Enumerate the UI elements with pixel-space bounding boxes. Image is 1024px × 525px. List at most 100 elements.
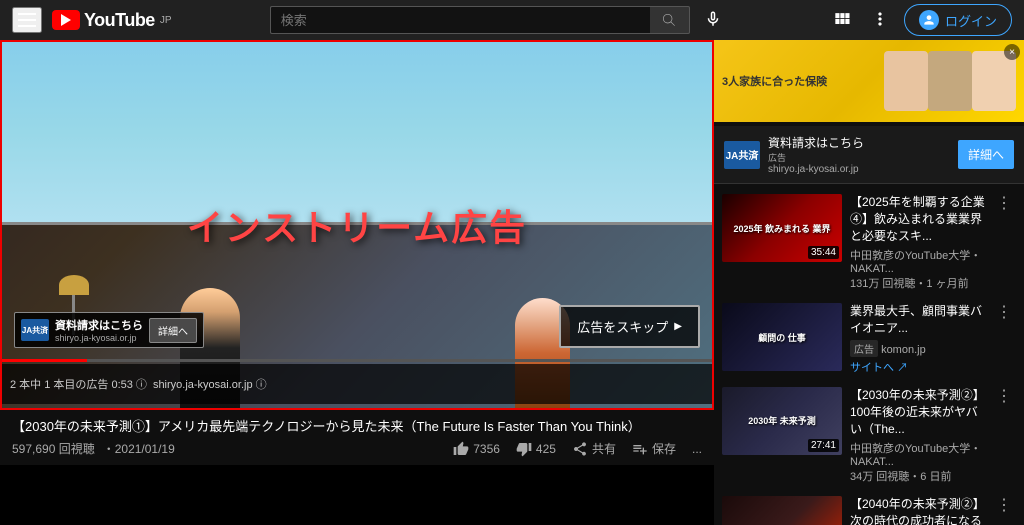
sidebar-item-1[interactable]: 顧問の 仕事 業界最大手、顧問事業バイオニア... 広告 komon.jp サイ…	[714, 297, 1024, 381]
sidebar-item-3[interactable]: 2040年 次の時代 成功 39:18 【2040年の未来予測②】次の時代の成功…	[714, 490, 1024, 525]
sidebar-item-title-1: 業界最大手、顧問事業バイオニア...	[850, 303, 988, 337]
ad-detail-button[interactable]: 詳細へ	[149, 318, 197, 343]
top-ad-text: 3人家族に合った保険	[722, 73, 876, 89]
search-box	[270, 6, 730, 35]
more-options-button[interactable]	[866, 5, 894, 36]
youtube-logo-icon	[52, 10, 80, 30]
ad-badge-info: 資料請求はこちら shiryo.ja-kyosai.or.jp	[55, 317, 143, 343]
sidebar-item-meta-0: 131万 回視聴・1 ヶ月前	[850, 275, 988, 291]
ja-logo-large: JA共済	[724, 141, 760, 169]
sidebar-item-channel-0: 中田敦彦のYouTube大学・NAKAT...	[850, 247, 988, 275]
sidebar-thumb-2: 2030年 未来予測 27:41	[722, 387, 842, 455]
dislike-button[interactable]: 425	[516, 441, 556, 457]
site-link-1[interactable]: サイトへ ↗	[850, 359, 988, 375]
video-info: 【2030年の未来予測①】アメリカ最先端テクノロジーから見た未来（The Fut…	[0, 410, 714, 465]
ja-ad-card[interactable]: JA共済 資料請求はこちら 広告 shiryo.ja-kyosai.or.jp …	[714, 126, 1024, 184]
top-ad-close-button[interactable]: ×	[1004, 44, 1020, 60]
main-content: インストリーム広告 JA共済 資料請求はこちら shiryo.ja-kyosai…	[0, 40, 1024, 525]
search-icon	[661, 12, 677, 28]
sidebar-item-info-0: 【2025年を制覇する企業④】飲み込まれる業業界と必要なスキ... 中田敦彦のY…	[850, 194, 988, 291]
sidebar-item-info-3: 【2040年の未来予測②】次の時代の成功者になるには 中田敦彦のYouTube大…	[850, 496, 988, 525]
ad-overlay-text: インストリーム広告	[187, 199, 527, 251]
ad-badge: JA共済 資料請求はこちら shiryo.ja-kyosai.or.jp 詳細へ	[14, 312, 204, 348]
sidebar-item-title-3: 【2040年の未来予測②】次の時代の成功者になるには	[850, 496, 988, 525]
search-button[interactable]	[650, 6, 690, 34]
more-icon-3: ⋮	[996, 498, 1012, 514]
more-label: ...	[692, 442, 702, 456]
ja-ad-label: 広告	[768, 151, 950, 164]
youtube-logo-text: YouTube	[84, 10, 155, 31]
sidebar-item-title-0: 【2025年を制覇する企業④】飲み込まれる業業界と必要なスキ...	[850, 194, 988, 244]
more-vert-icon	[870, 9, 890, 29]
sidebar-thumb-0: 2025年 飲みまれる 業界 35:44	[722, 194, 842, 262]
sidebar-item-more-1[interactable]: ⋮	[996, 303, 1016, 375]
thumb-text-3: 2040年 次の時代 成功	[722, 496, 842, 525]
video-title: 【2030年の未来予測①】アメリカ最先端テクノロジーから見た未来（The Fut…	[12, 418, 702, 436]
person3	[972, 51, 1016, 111]
search-input[interactable]	[270, 6, 650, 34]
progress-bar[interactable]	[2, 359, 712, 362]
ja-ad-info: 資料請求はこちら 広告 shiryo.ja-kyosai.or.jp	[768, 134, 950, 175]
grid-icon	[832, 9, 852, 29]
top-banner-ad[interactable]: 3人家族に合った保険 ×	[714, 40, 1024, 122]
video-views: 597,690 回視聴	[12, 440, 95, 457]
share-button[interactable]: 共有	[572, 440, 616, 457]
ad-badge-url: shiryo.ja-kyosai.or.jp	[55, 333, 143, 343]
ja-ad-title: 資料請求はこちら	[768, 134, 950, 151]
more-video-options-button[interactable]: ...	[692, 442, 702, 456]
login-button[interactable]: ログイン	[904, 4, 1012, 36]
sidebar-item-more-0[interactable]: ⋮	[996, 194, 1016, 291]
sidebar-item-0[interactable]: 2025年 飲みまれる 業界 35:44 【2025年を制覇する企業④】飲み込ま…	[714, 188, 1024, 297]
sidebar-item-title-2: 【2030年の未来予測②】100年後の近未来がヤバい（The...	[850, 387, 988, 437]
video-controls: 2 本中 1 本目の広告 0:53 ⓘ shiryo.ja-kyosai.or.…	[2, 364, 712, 404]
ja-ad-url: shiryo.ja-kyosai.or.jp	[768, 164, 950, 175]
site-link-label-1: サイトへ ↗	[850, 359, 908, 375]
video-meta: 597,690 回視聴 ・2021/01/19 7356 425 共有	[12, 440, 702, 457]
like-count: 7356	[473, 442, 500, 456]
user-avatar-icon	[922, 13, 936, 27]
header: YouTube JP ログイン	[0, 0, 1024, 40]
logo-jp: JP	[160, 15, 172, 26]
video-date: ・2021/01/19	[103, 440, 175, 457]
sidebar-item-channel-2: 中田敦彦のYouTube大学・NAKAT...	[850, 440, 988, 468]
video-actions: 7356 425 共有 保存 ...	[453, 440, 702, 457]
sidebar-thumb-3: 2040年 次の時代 成功 39:18	[722, 496, 842, 525]
more-icon-0: ⋮	[996, 196, 1012, 212]
save-button[interactable]: 保存	[632, 440, 676, 457]
thumb-duration-2: 27:41	[808, 439, 839, 452]
thumbs-down-icon	[516, 441, 532, 457]
thumb-text-1: 顧問の 仕事	[722, 303, 842, 371]
sidebar-item-meta-2: 34万 回視聴・6 日前	[850, 468, 988, 484]
like-button[interactable]: 7356	[453, 441, 500, 457]
thumbs-up-icon	[453, 441, 469, 457]
more-icon-1: ⋮	[996, 305, 1012, 321]
thumb-duration-0: 35:44	[808, 246, 839, 259]
ad-domain: shiryo.ja-kyosai.or.jp ⓘ	[153, 376, 267, 392]
sidebar-item-2[interactable]: 2030年 未来予測 27:41 【2030年の未来予測②】100年後の近未来が…	[714, 381, 1024, 490]
progress-fill	[2, 359, 87, 362]
logo-area: YouTube JP	[52, 10, 172, 31]
sidebar-item-info-2: 【2030年の未来予測②】100年後の近未来がヤバい（The... 中田敦彦のY…	[850, 387, 988, 484]
ja-ad-detail-button[interactable]: 詳細へ	[958, 140, 1014, 169]
sidebar-item-more-2[interactable]: ⋮	[996, 387, 1016, 484]
video-player[interactable]: インストリーム広告 JA共済 資料請求はこちら shiryo.ja-kyosai…	[0, 40, 714, 410]
skip-ad-label: 広告をスキップ	[577, 317, 668, 336]
ad-site-1: komon.jp	[881, 344, 926, 356]
apps-button[interactable]	[828, 5, 856, 36]
save-label: 保存	[652, 440, 676, 457]
menu-button[interactable]	[12, 7, 42, 33]
skip-ad-button[interactable]: 広告をスキップ	[559, 305, 700, 348]
top-ad-people	[884, 51, 1016, 111]
person2	[928, 51, 972, 111]
share-label: 共有	[592, 440, 616, 457]
mic-button[interactable]	[696, 6, 730, 35]
ad-counter: 2 本中 1 本目の広告 0:53 ⓘ	[10, 376, 147, 392]
sidebar-item-info-1: 業界最大手、顧問事業バイオニア... 広告 komon.jp サイトへ ↗	[850, 303, 988, 375]
sidebar: 3人家族に合った保険 × JA共済 資料請求はこちら 広告 shiryo.ja-…	[714, 40, 1024, 525]
ad-badge-title: 資料請求はこちら	[55, 317, 143, 333]
top-ad-image: 3人家族に合った保険	[714, 40, 1024, 122]
sidebar-item-meta-1: 広告 komon.jp	[850, 340, 988, 357]
sidebar-item-more-3[interactable]: ⋮	[996, 496, 1016, 525]
top-ad-content: 3人家族に合った保険	[714, 43, 1024, 119]
ja-logo-small: JA共済	[21, 319, 49, 341]
